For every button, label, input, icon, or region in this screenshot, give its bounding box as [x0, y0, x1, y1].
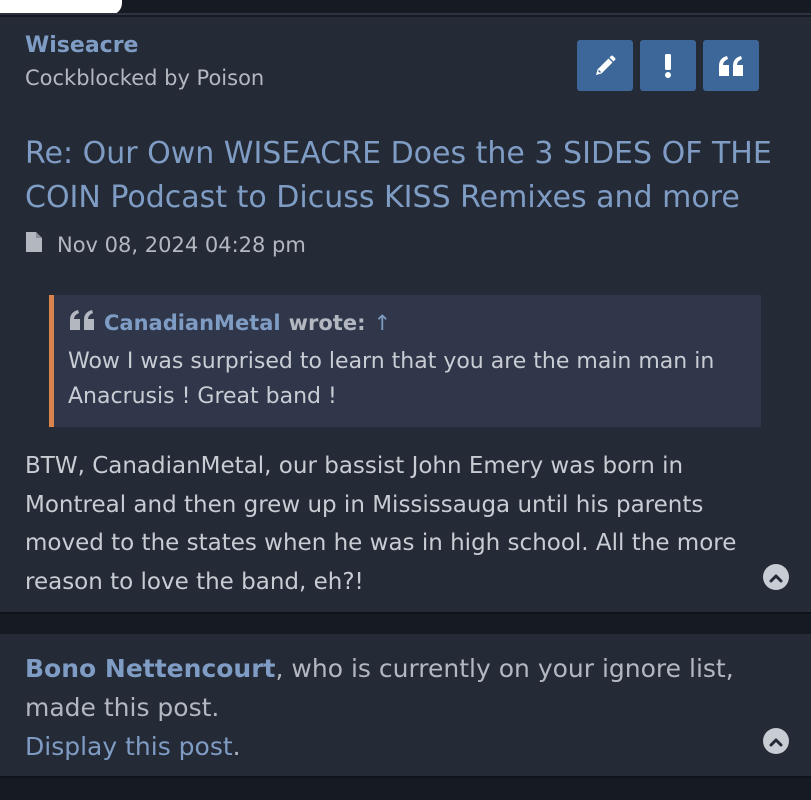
document-icon: [25, 231, 43, 258]
post-title[interactable]: Re: Our Own WISEACRE Does the 3 SIDES OF…: [25, 132, 795, 220]
chevron-up-icon: [769, 732, 783, 751]
post-author[interactable]: Wiseacre: [25, 33, 138, 58]
post-actions: [577, 40, 759, 91]
quote-button[interactable]: [703, 40, 759, 91]
ignored-post-notice: Bono Nettencourt, who is currently on yo…: [25, 649, 785, 766]
author-rank: Cockblocked by Poison: [25, 66, 265, 90]
exclamation-icon: [663, 53, 673, 79]
ignored-period: .: [232, 732, 241, 761]
quote-author-link[interactable]: CanadianMetal: [104, 311, 281, 335]
edit-button[interactable]: [577, 40, 633, 91]
post-date: Nov 08, 2024 04:28 pm: [57, 232, 306, 257]
quote-source-link[interactable]: ↑: [373, 311, 391, 335]
blockquote: CanadianMetal wrote: ↑ Wow I was surpris…: [49, 295, 761, 427]
quote-header: CanadianMetal wrote: ↑: [68, 309, 747, 336]
post-meta: Nov 08, 2024 04:28 pm: [25, 231, 306, 258]
back-to-top-button[interactable]: [763, 564, 789, 590]
display-post-link[interactable]: Display this post: [25, 732, 233, 761]
pencil-icon: [593, 54, 617, 78]
report-button[interactable]: [640, 40, 696, 91]
chevron-up-icon: [769, 568, 783, 587]
quote-icon: [717, 55, 745, 77]
post-body: BTW, CanadianMetal, our bassist John Eme…: [25, 453, 737, 595]
divider: [0, 13, 811, 15]
quote-wrote-label: wrote:: [288, 310, 366, 335]
quote-marks-icon: [68, 309, 96, 336]
ignored-post: Bono Nettencourt, who is currently on yo…: [0, 634, 811, 778]
quote-text: Wow I was surprised to learn that you ar…: [68, 349, 715, 409]
back-to-top-button[interactable]: [763, 728, 789, 754]
forum-post: Wiseacre Cockblocked by Poison Re: Our O…: [0, 17, 811, 614]
ignored-user-link[interactable]: Bono Nettencourt: [25, 654, 276, 683]
